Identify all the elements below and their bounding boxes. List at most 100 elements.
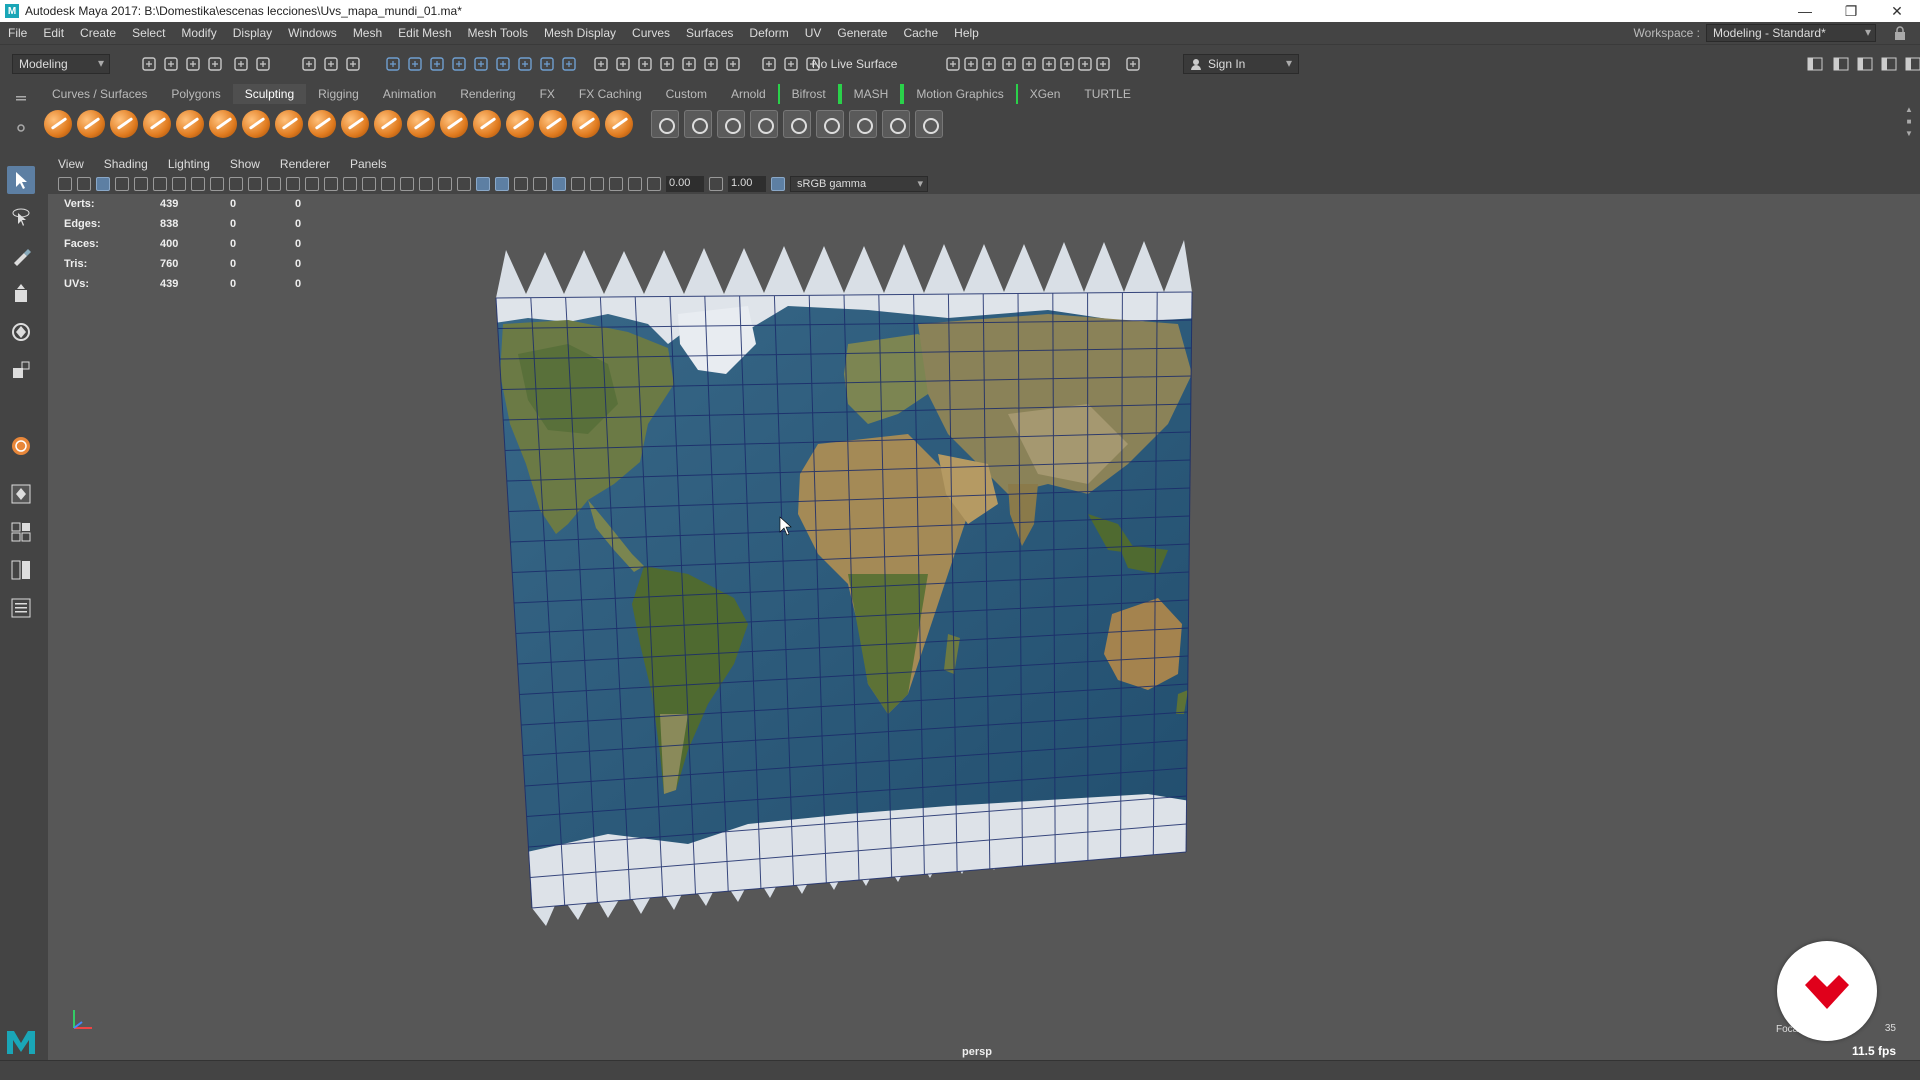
status-line-tool-icon[interactable] [1040,55,1058,73]
status-line-tool-icon[interactable] [384,55,402,73]
menu-display[interactable]: Display [225,26,280,40]
status-line-tool-icon[interactable] [162,55,180,73]
paint-select-tool-icon[interactable] [7,242,35,270]
menu-deform[interactable]: Deform [741,26,796,40]
color-management-icon[interactable] [771,177,785,191]
status-line-tool-icon[interactable] [724,55,742,73]
shelf-tab-fx-caching[interactable]: FX Caching [567,84,654,104]
menu-windows[interactable]: Windows [280,26,345,40]
shelf-tab-rendering[interactable]: Rendering [448,84,527,104]
status-line-tool-icon[interactable] [538,55,556,73]
viewport-toolbar-icon[interactable] [210,177,224,191]
viewport-toolbar-icon[interactable] [495,177,509,191]
gamma-field[interactable]: 1.00 [728,176,766,192]
viewport-toolbar-icon[interactable] [609,177,623,191]
status-line-tool-icon[interactable] [592,55,610,73]
single-perspective-view-icon[interactable] [7,480,35,508]
sculpt-brush-icon[interactable] [110,110,138,138]
shelf-tab-polygons[interactable]: Polygons [159,84,232,104]
viewport-toolbar-icon[interactable] [476,177,490,191]
menu-set-dropdown[interactable]: Modeling [12,54,110,74]
move-tool-icon[interactable] [7,280,35,308]
panel-toggle-icon[interactable] [1856,55,1874,73]
minimize-icon[interactable]: — [1782,0,1828,22]
viewport-toolbar-icon[interactable] [514,177,528,191]
shelf-tab-bifrost[interactable]: Bifrost [777,84,840,104]
close-icon[interactable]: ✕ [1874,0,1920,22]
sculpt-brush-icon[interactable] [539,110,567,138]
viewport-toolbar-icon[interactable] [438,177,452,191]
viewport-toolbar-icon[interactable] [552,177,566,191]
viewport-toolbar-icon[interactable] [419,177,433,191]
shelf-tool-icon[interactable] [816,110,844,138]
status-line-tool-icon[interactable] [636,55,654,73]
status-line-tool-icon[interactable] [322,55,340,73]
viewport-toolbar-icon[interactable] [191,177,205,191]
status-line-tool-icon[interactable] [1058,55,1076,73]
panel-toggle-icon[interactable] [1806,55,1824,73]
lock-icon[interactable] [1894,26,1906,40]
status-line-tool-icon[interactable] [516,55,534,73]
live-surface-label[interactable]: No Live Surface [812,57,897,71]
status-line-tool-icon[interactable] [962,55,980,73]
restore-icon[interactable]: ❐ [1828,0,1874,22]
status-line-tool-icon[interactable] [1000,55,1018,73]
viewport-toolbar-icon[interactable] [362,177,376,191]
menu-select[interactable]: Select [124,26,173,40]
panel-menu-panels[interactable]: Panels [340,157,397,171]
sculpt-brush-icon[interactable] [407,110,435,138]
rotate-tool-icon[interactable] [7,318,35,346]
shelf-tab-fx[interactable]: FX [528,84,567,104]
status-line-tool-icon[interactable] [760,55,778,73]
status-line-tool-icon[interactable] [1076,55,1094,73]
status-line-tool-icon[interactable] [254,55,272,73]
status-line-tool-icon[interactable] [702,55,720,73]
menu-help[interactable]: Help [946,26,987,40]
menu-uv[interactable]: UV [797,26,830,40]
shelf-tab-custom[interactable]: Custom [654,84,719,104]
status-line-tool-icon[interactable] [944,55,962,73]
viewport-toolbar-icon[interactable] [590,177,604,191]
viewport-toolbar-icon[interactable] [343,177,357,191]
sculpt-brush-icon[interactable] [209,110,237,138]
viewport-toolbar-icon[interactable] [457,177,471,191]
status-line-tool-icon[interactable] [494,55,512,73]
sculpt-brush-icon[interactable] [308,110,336,138]
viewport-toolbar-icon[interactable] [229,177,243,191]
workspace-dropdown[interactable]: Modeling - Standard* [1706,24,1876,42]
panel-menu-view[interactable]: View [48,157,94,171]
shelf-tab-xgen[interactable]: XGen [1018,84,1073,104]
menu-edit[interactable]: Edit [35,26,72,40]
gamma-icon[interactable] [709,177,723,191]
panel-menu-shading[interactable]: Shading [94,157,158,171]
shelf-tab-animation[interactable]: Animation [371,84,448,104]
status-line-tool-icon[interactable] [680,55,698,73]
perspective-viewport[interactable]: Verts: 439 0 0 Edges: 838 0 0 Faces: 400 0 0 Tris: 76… [48,194,1920,1060]
shelf-tool-icon[interactable] [717,110,745,138]
sculpt-brush-icon[interactable] [605,110,633,138]
panel-menu-lighting[interactable]: Lighting [158,157,220,171]
viewport-toolbar-icon[interactable] [324,177,338,191]
status-line-tool-icon[interactable] [140,55,158,73]
menu-file[interactable]: File [0,26,35,40]
sculpt-brush-icon[interactable] [572,110,600,138]
viewport-toolbar-icon[interactable] [381,177,395,191]
menu-mesh-tools[interactable]: Mesh Tools [460,26,536,40]
sculpt-brush-icon[interactable] [77,110,105,138]
status-line-tool-icon[interactable] [406,55,424,73]
status-line-tool-icon[interactable] [614,55,632,73]
menu-mesh-display[interactable]: Mesh Display [536,26,624,40]
viewport-toolbar-icon[interactable] [58,177,72,191]
status-line-tool-icon[interactable] [184,55,202,73]
sculpt-brush-icon[interactable] [440,110,468,138]
shelf-tab-sculpting[interactable]: Sculpting [232,84,307,104]
color-space-dropdown[interactable]: sRGB gamma [790,176,928,192]
viewport-toolbar-icon[interactable] [647,177,661,191]
shelf-tab-rigging[interactable]: Rigging [306,84,371,104]
scale-tool-icon[interactable] [7,356,35,384]
sculpt-brush-icon[interactable] [242,110,270,138]
sculpt-brush-icon[interactable] [143,110,171,138]
sculpt-brush-icon[interactable] [176,110,204,138]
viewport-toolbar-icon[interactable] [134,177,148,191]
exposure-field[interactable]: 0.00 [666,176,704,192]
